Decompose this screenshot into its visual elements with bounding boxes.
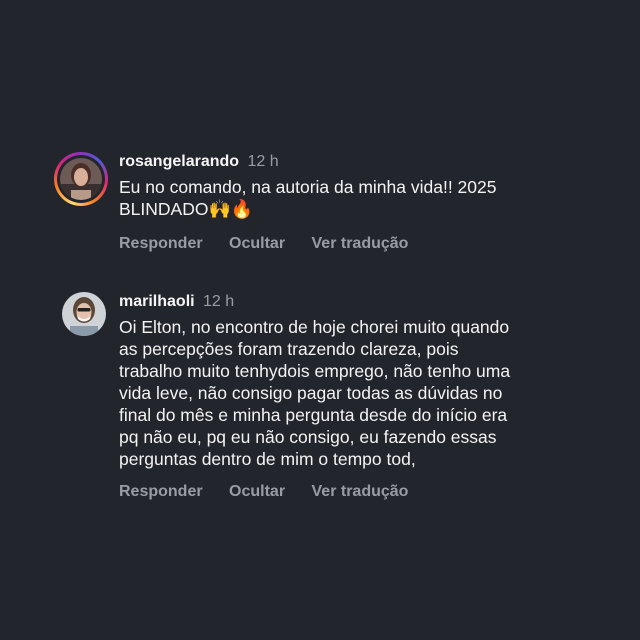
comment-body: rosangelarando 12 h Eu no comando, na au… — [119, 152, 609, 254]
emoji-text: 🙌🔥 — [208, 199, 254, 219]
see-translation-button[interactable]: Ver tradução — [312, 235, 409, 252]
comment-text-line: Eu no comando, na autoria da minha vida!… — [119, 177, 497, 197]
timestamp: 12 h — [203, 293, 235, 310]
see-translation-button[interactable]: Ver tradução — [312, 483, 409, 500]
timestamp: 12 h — [247, 153, 279, 170]
comment-header: marilhaoli 12 h — [119, 292, 609, 312]
comment-header: rosangelarando 12 h — [119, 152, 609, 172]
avatar[interactable] — [54, 292, 108, 346]
comment-text: Eu no comando, na autoria da minha vida!… — [119, 176, 609, 220]
comment-actions: Responder Ocultar Ver tradução — [119, 482, 609, 502]
comment-text: Oi Elton, no encontro de hoje chorei mui… — [119, 317, 511, 469]
comment-actions: Responder Ocultar Ver tradução — [119, 234, 609, 254]
reply-button[interactable]: Responder — [119, 235, 203, 252]
username[interactable]: marilhaoli — [119, 293, 195, 310]
avatar-image — [62, 292, 106, 336]
hide-button[interactable]: Ocultar — [229, 235, 285, 252]
username[interactable]: rosangelarando — [119, 153, 239, 170]
reply-button[interactable]: Responder — [119, 483, 203, 500]
comment-body: marilhaoli 12 h Oi Elton, no encontro de… — [119, 292, 609, 502]
avatar[interactable] — [54, 152, 108, 206]
avatar-image — [60, 158, 102, 200]
comment-text-line: BLINDADO — [119, 199, 209, 219]
hide-button[interactable]: Ocultar — [229, 483, 285, 500]
